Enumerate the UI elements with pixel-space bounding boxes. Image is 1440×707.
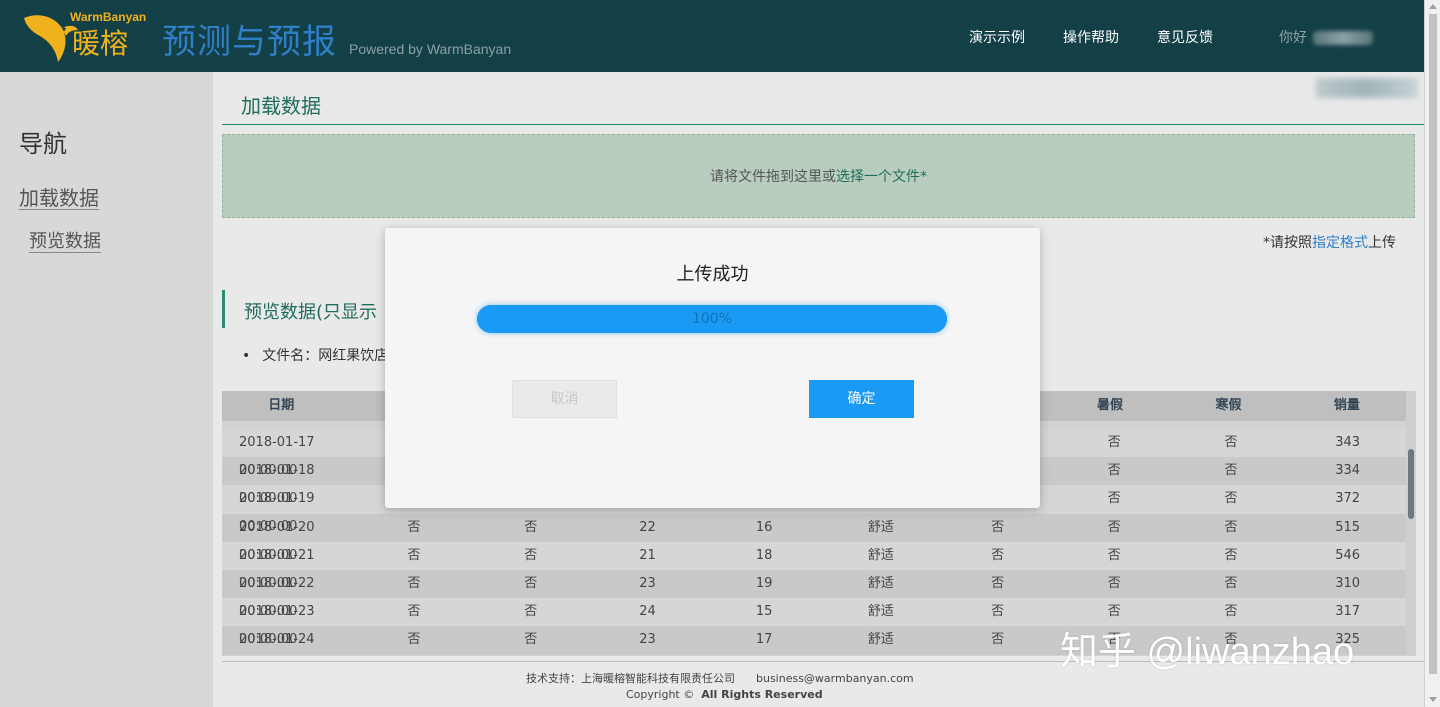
scroll-up-arrow-icon[interactable]	[1429, 4, 1437, 9]
dialog-title: 上传成功	[676, 264, 749, 285]
scroll-down-arrow-icon[interactable]	[1429, 697, 1437, 702]
zhihu-watermark: 知乎 @liwanzhao	[1060, 631, 1355, 673]
window-scroll-thumb[interactable]	[1429, 14, 1437, 674]
progress-label: 100%	[691, 311, 733, 327]
window-scrollbar[interactable]	[1424, 0, 1440, 707]
cancel-button[interactable]: 取消	[512, 380, 617, 418]
modal-overlay: 上传成功 100% 取消 确定	[0, 0, 1424, 707]
upload-progress-bar: 100%	[477, 305, 947, 333]
upload-success-dialog: 上传成功 100% 取消 确定	[385, 228, 1040, 508]
ok-button[interactable]: 确定	[809, 380, 914, 418]
